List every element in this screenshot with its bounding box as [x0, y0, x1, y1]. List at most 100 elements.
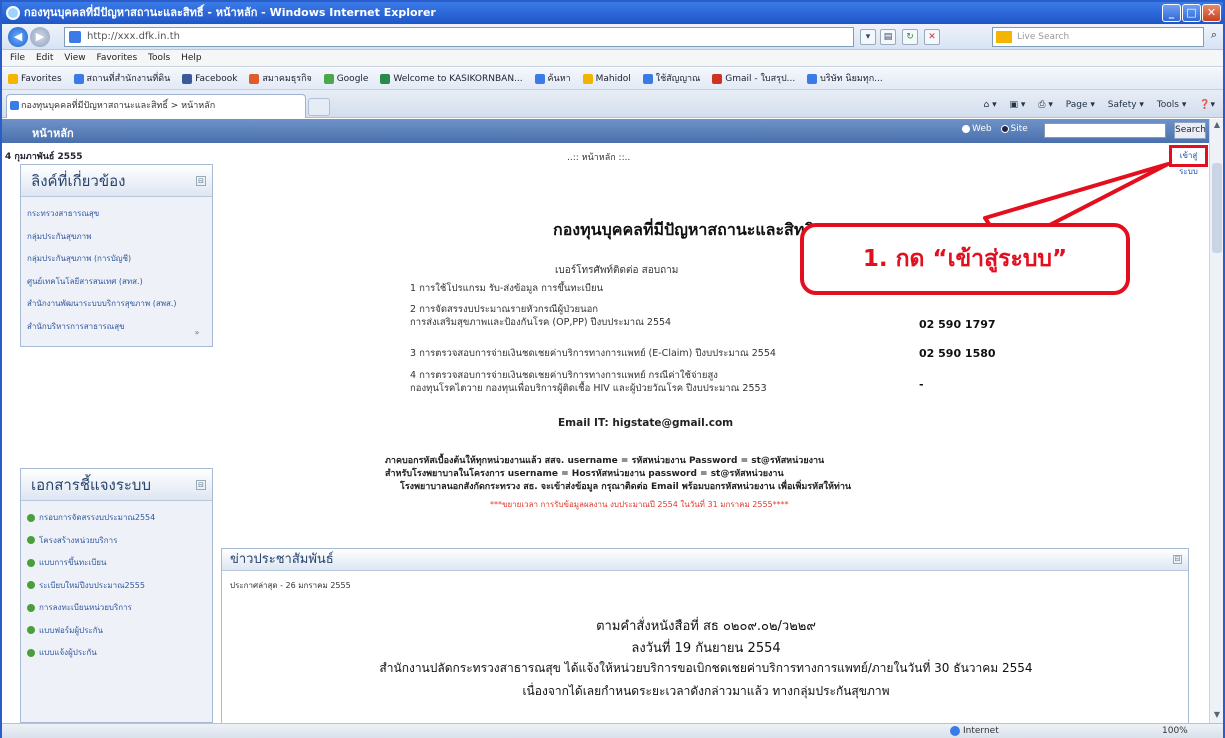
- scroll-thumb[interactable]: [1212, 163, 1222, 253]
- favorite-link[interactable]: Mahidol: [582, 68, 631, 89]
- contact-line: 1 การใช้โปรแกรม รับ-ส่งข้อมูล การขึ้นทะเ…: [410, 283, 604, 294]
- favorite-link[interactable]: ใช้สัญญาณ: [642, 68, 701, 89]
- favorite-link[interactable]: สมาคมธุรกิจ: [249, 68, 312, 89]
- tab-row: กองทุนบุคคลที่มีปัญหาสถานะและสิทธิ์ > หน…: [2, 90, 1223, 118]
- print-icon[interactable]: ⎙ ▾: [1038, 100, 1053, 110]
- favorite-label: ใช้สัญญาณ: [655, 74, 701, 84]
- safety-menu[interactable]: Safety ▾: [1108, 100, 1144, 110]
- address-bar[interactable]: http://xxx.dfk.in.th: [64, 27, 854, 47]
- panel-title: ลิงค์ที่เกี่ยวข้อง ⊟: [21, 165, 212, 197]
- more-icon[interactable]: »: [190, 328, 204, 338]
- address-text: http://xxx.dfk.in.th: [87, 31, 180, 42]
- scroll-down-icon[interactable]: ▼: [1211, 710, 1223, 722]
- new-tab-button[interactable]: [308, 98, 330, 116]
- radio-site-label: Site: [1010, 124, 1028, 134]
- doc-link-label: กรอบการจัดสรรงบประมาณ2554: [39, 513, 156, 522]
- site-search-button[interactable]: Search: [1174, 122, 1206, 139]
- doc-link[interactable]: แบบแจ้งผู้ประกัน: [27, 642, 206, 665]
- feeds-icon[interactable]: ▣ ▾: [1010, 100, 1026, 110]
- menu-edit[interactable]: Edit: [36, 50, 53, 66]
- favorites-button[interactable]: Favorites: [8, 68, 62, 89]
- doc-link[interactable]: แบบฟอร์มผู้ประกัน: [27, 620, 206, 643]
- link-icon: [534, 73, 545, 84]
- minimize-icon[interactable]: _: [1162, 4, 1181, 22]
- globe-icon: [950, 725, 960, 736]
- related-link[interactable]: ศูนย์เทคโนโลยีสารสนเทศ (สทส.): [27, 271, 206, 294]
- date-label: 4 กุมภาพันธ์ 2555: [5, 152, 83, 162]
- menu-file[interactable]: File: [10, 50, 25, 66]
- username-line: สำหรับโรงพยาบาลในโครงการ username = Hosร…: [385, 469, 784, 479]
- status-zone: Internet: [950, 724, 999, 738]
- live-search-input[interactable]: Live Search: [992, 27, 1204, 47]
- contact-item: 1 การใช้โปรแกรม รับ-ส่งข้อมูล การขึ้นทะเ…: [410, 282, 603, 295]
- link-icon: [807, 73, 818, 84]
- it-email: Email IT: higstate@gmail.com: [558, 417, 734, 429]
- favorite-link[interactable]: ค้นหา: [534, 68, 571, 89]
- menu-help[interactable]: Help: [181, 50, 202, 66]
- news-date: ประกาศล่าสุด - 26 มกราคม 2555: [230, 581, 351, 590]
- favorite-link[interactable]: Google: [323, 68, 369, 89]
- favorite-link[interactable]: Facebook: [182, 68, 238, 89]
- docs-title: เอกสารชี้แจงระบบ: [31, 476, 151, 494]
- close-icon[interactable]: ✕: [1202, 4, 1221, 22]
- dropdown-icon[interactable]: ▾: [860, 29, 876, 45]
- username-line: โรงพยาบาลนอกสังกัดกระทรวง สธ. จะเข้าส่งข…: [400, 482, 852, 492]
- maximize-icon[interactable]: □: [1182, 4, 1201, 22]
- doc-link[interactable]: แบบการขึ้นทะเบียน: [27, 552, 206, 575]
- forward-icon[interactable]: ▶: [30, 27, 50, 47]
- back-icon[interactable]: ◀: [8, 27, 28, 47]
- home-icon[interactable]: ⌂ ▾: [984, 100, 997, 110]
- refresh-icon[interactable]: ↻: [902, 29, 918, 45]
- related-title: ลิงค์ที่เกี่ยวข้อง: [31, 172, 126, 190]
- related-link[interactable]: สำนักงานพัฒนาระบบบริการสุขภาพ (สพส.): [27, 293, 206, 316]
- site-header: หน้าหลัก Web Site Search: [2, 119, 1209, 143]
- contact-item: 2 การจัดสรรงบประมาณรายหัวกรณีผู้ป่วยนอก …: [410, 303, 671, 329]
- contact-line: การส่งเสริมสุขภาพและป้องกันโรค (OP,PP) ป…: [410, 317, 672, 328]
- tools-menu[interactable]: Tools ▾: [1157, 100, 1187, 110]
- zoom-level[interactable]: 100%: [1162, 724, 1188, 738]
- radio-web[interactable]: [962, 124, 970, 133]
- menu-tools[interactable]: Tools: [148, 50, 170, 66]
- related-link[interactable]: กลุ่มประกันสุขภาพ: [27, 226, 206, 249]
- doc-link[interactable]: กรอบการจัดสรรงบประมาณ2554: [27, 507, 206, 530]
- news-panel: ข่าวประชาสัมพันธ์ ⊟ ประกาศล่าสุด - 26 มกร…: [221, 548, 1189, 723]
- site-search-input[interactable]: [1044, 123, 1166, 138]
- doc-link-label: การลงทะเบียนหน่วยบริการ: [39, 603, 132, 612]
- related-link[interactable]: กลุ่มประกันสุขภาพ (การบัญชี): [27, 248, 206, 271]
- related-link[interactable]: สำนักบริหารการสาธารณสุข: [27, 316, 206, 339]
- radio-site[interactable]: [1000, 124, 1009, 133]
- help-icon[interactable]: ❓▾: [1199, 100, 1215, 110]
- related-link[interactable]: กระทรวงสาธารณสุข: [27, 203, 206, 226]
- doc-link[interactable]: การลงทะเบียนหน่วยบริการ: [27, 597, 206, 620]
- search-icon[interactable]: ⌕: [1206, 28, 1222, 46]
- favorite-label: สถานที่สำนักงานที่ดิน: [86, 74, 171, 84]
- page-menu[interactable]: Page ▾: [1066, 100, 1095, 110]
- docs-list: กรอบการจัดสรรงบประมาณ2554 โครงสร้างหน่วย…: [21, 501, 212, 671]
- live-search-placeholder: Live Search: [1017, 32, 1070, 42]
- compat-icon[interactable]: ▤: [880, 29, 896, 45]
- menu-favorites[interactable]: Favorites: [96, 50, 137, 66]
- doc-link[interactable]: โครงสร้างหน่วยบริการ: [27, 530, 206, 553]
- doc-link[interactable]: ระเบียบใหม่ปีงบประมาณ2555: [27, 575, 206, 598]
- doc-bullet-icon: [27, 603, 35, 612]
- ie-icon: [6, 6, 20, 20]
- link-icon: [323, 73, 334, 84]
- collapse-icon[interactable]: ⊟: [196, 176, 206, 186]
- favorite-link[interactable]: สถานที่สำนักงานที่ดิน: [73, 68, 171, 89]
- login-link[interactable]: เข้าสู่ระบบ: [1169, 145, 1208, 176]
- collapse-icon[interactable]: ⊟: [196, 480, 206, 490]
- collapse-icon[interactable]: ⊟: [1173, 555, 1182, 564]
- doc-bullet-icon: [27, 626, 35, 634]
- home-link[interactable]: หน้าหลัก: [32, 124, 74, 142]
- favorite-label: Facebook: [195, 74, 238, 84]
- contact-item: 4 การตรวจสอบการจ่ายเงินชดเชยค่าบริการทาง…: [410, 369, 767, 395]
- favorite-link[interactable]: Gmail - ใบสรุป...: [712, 68, 795, 89]
- scroll-up-icon[interactable]: ▲: [1211, 120, 1223, 132]
- menu-view[interactable]: View: [64, 50, 85, 66]
- favorite-link[interactable]: Welcome to KASIKORNBAN...: [380, 68, 523, 89]
- vertical-scrollbar[interactable]: ▲ ▼: [1209, 119, 1223, 723]
- favorite-label: Google: [336, 74, 369, 84]
- favorite-link[interactable]: บริษัท นิยมทุก...: [807, 68, 883, 89]
- stop-icon[interactable]: ✕: [924, 29, 940, 45]
- tab-active[interactable]: กองทุนบุคคลที่มีปัญหาสถานะและสิทธิ์ > หน…: [6, 94, 306, 118]
